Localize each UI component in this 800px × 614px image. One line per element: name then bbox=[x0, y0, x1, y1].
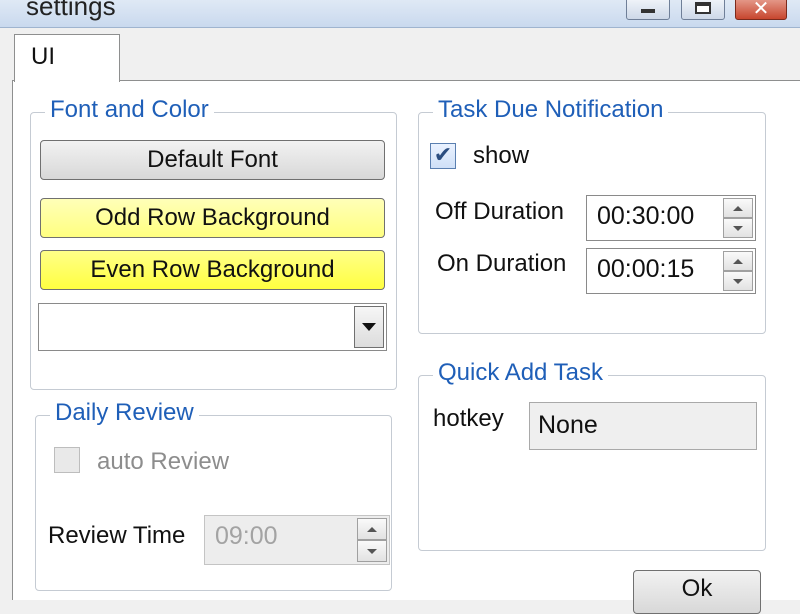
spin-up-icon bbox=[367, 526, 377, 532]
show-label: show bbox=[473, 142, 530, 169]
spin-down-icon bbox=[367, 548, 377, 554]
ok-button-label: Ok bbox=[681, 575, 713, 602]
review-time-down-button[interactable] bbox=[357, 540, 387, 562]
ok-button[interactable]: Ok bbox=[633, 570, 761, 614]
odd-row-background-label: Odd Row Background bbox=[95, 204, 330, 231]
maximize-button[interactable] bbox=[681, 0, 725, 20]
quick-add-task-title: Quick Add Task bbox=[433, 359, 608, 387]
title-bar: settings ✕ bbox=[0, 0, 800, 28]
even-row-background-label: Even Row Background bbox=[90, 256, 335, 283]
dropdown-arrow-button[interactable] bbox=[354, 306, 384, 348]
tab-ui[interactable]: UI bbox=[14, 34, 120, 82]
spin-up-icon bbox=[733, 205, 743, 211]
close-icon: ✕ bbox=[752, 0, 770, 20]
off-duration-up-button[interactable] bbox=[723, 198, 753, 218]
window-title: settings bbox=[26, 0, 116, 21]
task-due-notification-title: Task Due Notification bbox=[433, 96, 669, 124]
minimize-button[interactable] bbox=[626, 0, 670, 20]
default-font-button[interactable]: Default Font bbox=[40, 140, 385, 180]
dropdown-arrow-icon bbox=[362, 323, 376, 331]
minimize-icon bbox=[641, 9, 655, 13]
auto-review-label: auto Review bbox=[97, 448, 230, 475]
show-checkbox[interactable]: ✔ bbox=[430, 143, 456, 169]
off-duration-label: Off Duration bbox=[435, 198, 564, 225]
off-duration-value: 00:30:00 bbox=[597, 202, 695, 230]
on-duration-down-button[interactable] bbox=[723, 271, 753, 291]
maximize-icon bbox=[695, 2, 711, 14]
even-row-background-button[interactable]: Even Row Background bbox=[40, 250, 385, 290]
spin-down-icon bbox=[733, 278, 743, 284]
font-and-color-title: Font and Color bbox=[45, 96, 214, 124]
close-button[interactable]: ✕ bbox=[735, 0, 787, 20]
review-time-label: Review Time bbox=[48, 522, 186, 549]
tab-strip: UI bbox=[12, 34, 800, 82]
review-time-spinner[interactable]: 09:00 bbox=[204, 515, 390, 565]
color-dropdown[interactable] bbox=[38, 303, 387, 351]
review-time-up-button[interactable] bbox=[357, 518, 387, 540]
hotkey-label: hotkey bbox=[433, 405, 504, 432]
on-duration-up-button[interactable] bbox=[723, 251, 753, 271]
on-duration-label: On Duration bbox=[437, 250, 567, 277]
odd-row-background-button[interactable]: Odd Row Background bbox=[40, 198, 385, 238]
spin-up-icon bbox=[733, 258, 743, 264]
review-time-value: 09:00 bbox=[215, 522, 278, 550]
hotkey-value: None bbox=[538, 411, 598, 439]
checkmark-icon: ✔ bbox=[433, 143, 453, 168]
off-duration-spinner[interactable]: 00:30:00 bbox=[586, 195, 756, 241]
daily-review-title: Daily Review bbox=[50, 399, 199, 427]
on-duration-value: 00:00:15 bbox=[597, 255, 695, 283]
spin-down-icon bbox=[733, 225, 743, 231]
auto-review-checkbox[interactable] bbox=[54, 447, 80, 473]
off-duration-down-button[interactable] bbox=[723, 218, 753, 238]
default-font-label: Default Font bbox=[147, 146, 278, 173]
tab-ui-label: UI bbox=[31, 43, 55, 70]
hotkey-field[interactable]: None bbox=[529, 402, 757, 450]
on-duration-spinner[interactable]: 00:00:15 bbox=[586, 248, 756, 294]
